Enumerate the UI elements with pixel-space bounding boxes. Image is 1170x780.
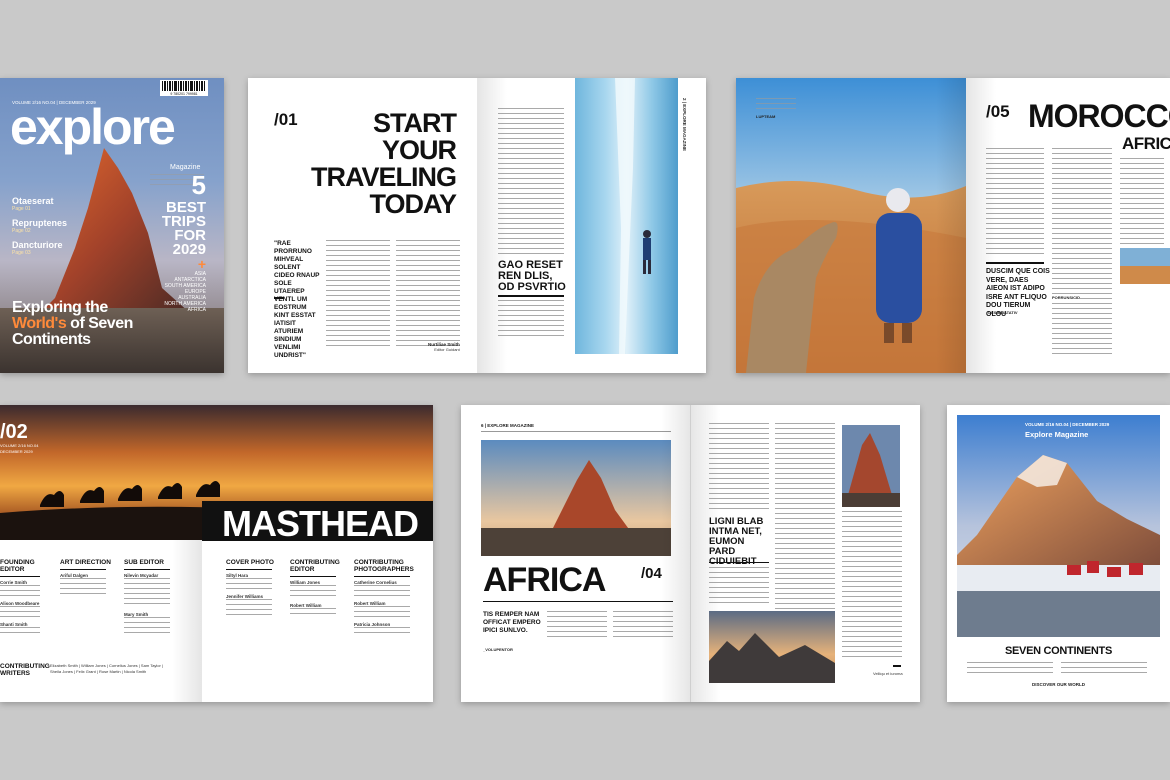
continent-7: AFRICA [187, 307, 206, 313]
masthead-number: /02 [0, 421, 28, 443]
africa-mountain-thumbnail [842, 425, 900, 507]
spread1-brand-tag: 2 | EXPLORE MAGAZINE [682, 98, 687, 152]
cover-item-1-title: Otaeserat [12, 196, 54, 206]
cover-headline: Exploring the World's of Seven Continent… [12, 300, 133, 348]
spread1-sub-headline: GAO RESET REN DLIS, OD PSVRTIO [498, 259, 566, 293]
magazine-cover: 9 780201 799981 VOLUME 2/16 NO.04 | DECE… [0, 78, 224, 373]
spread-morocco: LUPTEAM /05 MOROCCO AFRICA DUSCIM QUE CO… [736, 78, 1170, 373]
best-trips-number: 5 [191, 170, 206, 200]
spread1-glacier-image [575, 78, 678, 354]
barcode-number: 9 780201 799981 [170, 92, 198, 96]
morocco-desert-image [736, 78, 966, 373]
col-6-head: CONTRIBUTING PHOTOGRAPHERS [354, 559, 414, 573]
masthead-writers-text: Elizabeth Smith | William Jones | Cornel… [50, 663, 164, 674]
spread1-author: Nurtiliae Smith Editor Guidant [428, 342, 460, 353]
barcode: 9 780201 799981 [160, 80, 208, 96]
morocco-title: MOROCCO [1028, 98, 1170, 134]
cover-item-2-sub: Page 02 [12, 228, 31, 234]
morocco-number: /05 [986, 102, 1010, 121]
spread1-brand: EXPLORE MAGAZINE [682, 104, 687, 152]
spread1-headline: START YOUR TRAVELING TODAY [311, 108, 457, 219]
page6-volume-line: VOLUME 2/16 NO.04 | DECEMBER 2029 [1025, 422, 1110, 427]
morocco-photo-caption: LUPTEAM [756, 114, 776, 119]
africa-number: /04 [641, 565, 662, 582]
africa-title: AFRICA [483, 561, 606, 599]
best-line-4: 2029 [172, 241, 206, 258]
spread1-page-number: 2 [682, 98, 687, 101]
africa-landscape-image [709, 611, 835, 683]
spread1-headline-1: START [373, 108, 457, 138]
spread1-headline-3: TRAVELING [311, 162, 457, 192]
masthead-volume-line-2: DECEMBER 2029 [0, 449, 33, 454]
africa-mid-headline: LIGNI BLAB INTMA NET, EUMON PARD CIDUIEB… [709, 516, 764, 567]
masthead-col-1: FOUNDING EDITOR Corrie Smith Alison Wood… [0, 559, 54, 637]
spread-africa: 6 | EXPLORE MAGAZINE AFRICA /04 TIS REMP… [461, 405, 920, 702]
spread1-headline-4: TODAY [369, 189, 457, 219]
masthead-title: MASTHEAD [222, 503, 419, 544]
masthead-col-2: ART DIRECTION Ariful Dalgen [60, 559, 116, 594]
cover-item-3-title: Dancturiore [12, 240, 63, 250]
cover-headline-2: of Seven [66, 315, 133, 332]
spread1-number: /01 [274, 110, 298, 129]
morocco-thumbnail-image [1120, 248, 1170, 284]
seven-continents-image [957, 415, 1160, 637]
africa-end-caption: Velliqu et iuroma [873, 671, 903, 676]
col-3-head: SUB EDITOR [124, 559, 164, 566]
masthead-col-3: SUB EDITOR Nilevin Mcyadar Mary Smith [124, 559, 180, 635]
masthead-col-4: COVER PHOTO Siltyl Hara Jennifer William… [226, 559, 282, 617]
cover-item-1-sub: Page 01 [12, 206, 31, 212]
page6-heading: SEVEN CONTINENTS [1004, 645, 1113, 657]
col-4-head: COVER PHOTO [226, 559, 274, 566]
africa-mountain-image [481, 440, 671, 556]
africa-page-number: 6 [481, 423, 484, 428]
page6-title: Explore Magazine [1025, 430, 1089, 439]
spread-start-traveling: /01 START YOUR TRAVELING TODAY "RAE PROR… [248, 78, 706, 373]
spread1-headline-2: YOUR [381, 135, 457, 165]
africa-brand: EXPLORE MAGAZINE [487, 423, 535, 428]
masthead-col-6: CONTRIBUTING PHOTOGRAPHERS Catherine Cor… [354, 559, 424, 635]
cover-headline-highlight: World's [12, 315, 67, 332]
africa-brand-tag: 6 | EXPLORE MAGAZINE [481, 423, 535, 428]
cover-item-3-sub: Page 03 [12, 250, 31, 256]
cover-feature-list: Otaeserat Page 01 Repruptenes Page 02 Danc… [12, 196, 67, 256]
morocco-small-head: PORRUNSICID [1052, 294, 1081, 301]
plus-icon: + [197, 256, 206, 272]
morocco-signature: _DESIBLIATATIV [986, 310, 1018, 315]
page-seven-continents: VOLUME 2/16 NO.04 | DECEMBER 2029 Explor… [947, 405, 1170, 702]
cover-item-2-title: Repruptenes [12, 218, 68, 228]
page6-cta: DISCOVER OUR WORLD [1031, 682, 1085, 687]
col-5-head: CONTRIBUTING EDITOR [290, 559, 340, 573]
col-2-head: ART DIRECTION [60, 559, 111, 566]
africa-quote: TIS REMPER NAM OFFICAT EMPERO IPICI SUNL… [483, 611, 541, 634]
cover-best-trips: 5 BEST TRIPS FOR 2029 + ASIA ANTARCTICA … [162, 170, 206, 313]
masthead-col-5: CONTRIBUTING EDITOR William Jones Robert… [290, 559, 348, 618]
spread1-quote: "RAE PRORRUNO MIHVEAL SOLENT CIDEO RNAUP… [274, 240, 320, 359]
cover-headline-1: Exploring the [12, 299, 108, 316]
spread-masthead: /02 VOLUME 2/16 NO.04 DECEMBER 2029 MAST… [0, 405, 433, 702]
africa-signature: _VOLUPENTOR [483, 647, 513, 652]
masthead-writers-head: CONTRIBUTING WRITERS [0, 663, 50, 677]
spread1-author-role: Editor Guidant [434, 347, 460, 352]
cover-headline-3: Continents [12, 331, 91, 348]
col-1-head: FOUNDING EDITOR [0, 559, 35, 573]
morocco-subtitle: AFRICA [1122, 134, 1170, 153]
